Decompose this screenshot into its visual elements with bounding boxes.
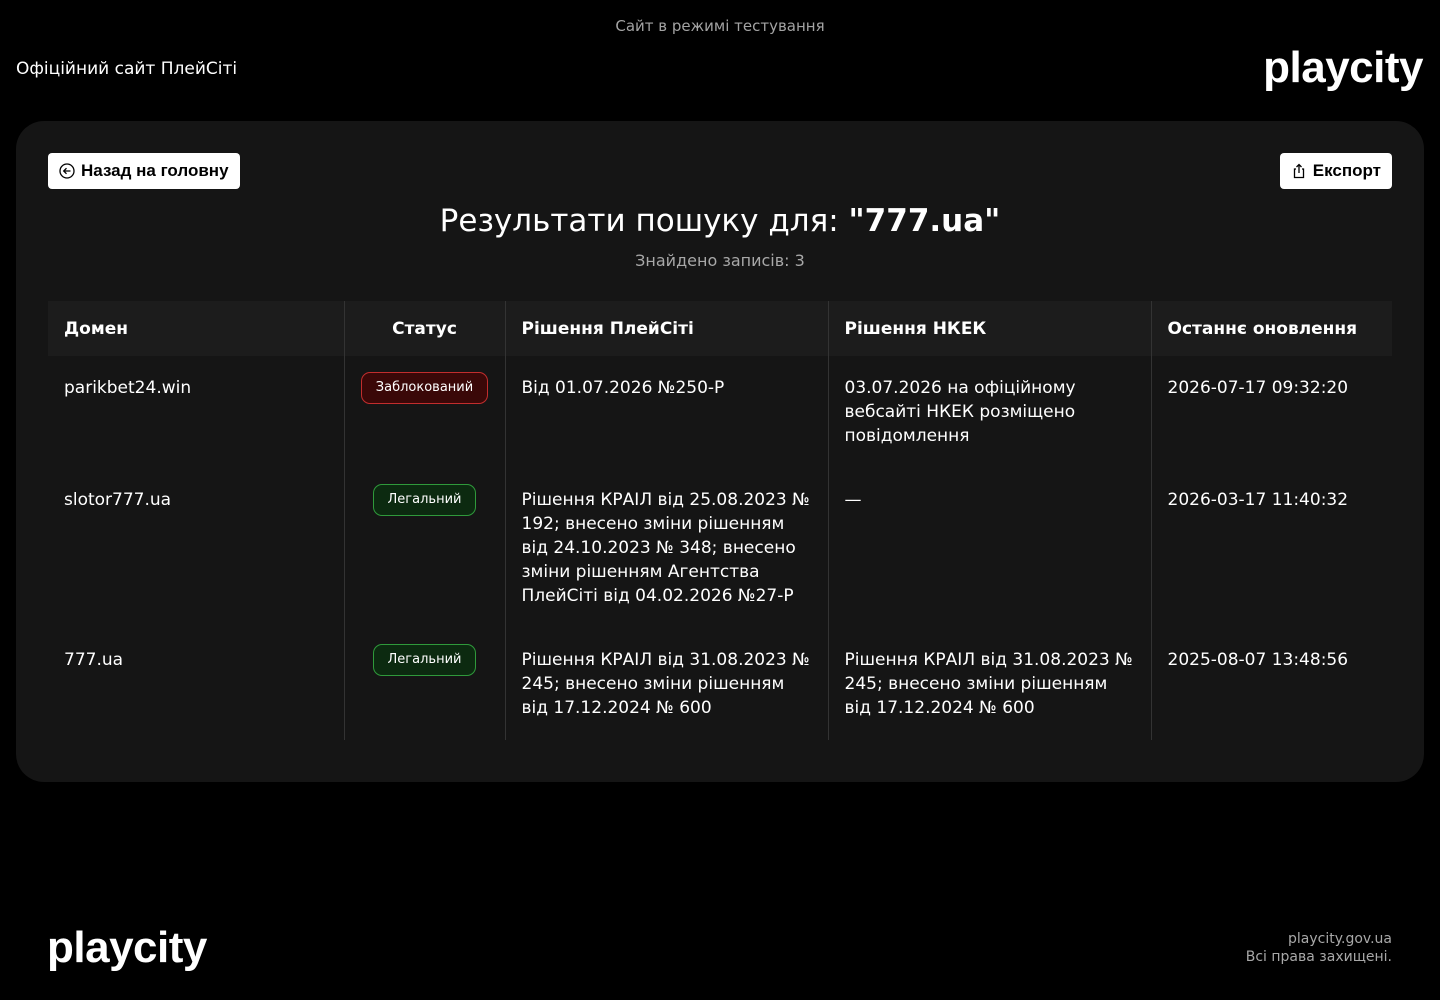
status-badge-legal: Легальний — [372, 644, 477, 676]
export-button[interactable]: Експорт — [1279, 153, 1392, 189]
results-count: Знайдено записів: 3 — [635, 251, 805, 270]
playcity-decision-cell: Рішення КРАІЛ від 25.08.2023 № 192; внес… — [504, 468, 828, 628]
header-logo[interactable]: playcity — [1263, 42, 1423, 94]
column-header-nkek-decision: Рішення НКЕК — [827, 301, 1151, 356]
page-title: Результати пошуку для: "777.ua" — [16, 203, 1424, 239]
column-header-domain: Домен — [48, 301, 344, 356]
search-results-card: Назад на головну Експорт Результати пошу… — [16, 121, 1424, 782]
table-row: 777.ua Легальний Рішення КРАІЛ від 31.08… — [48, 628, 1392, 740]
footer-info: playcity.gov.ua Всі права захищені. — [1246, 930, 1392, 966]
status-badge-legal: Легальний — [372, 484, 477, 516]
table-row: slotor777.ua Легальний Рішення КРАІЛ від… — [48, 468, 1392, 628]
playcity-decision-cell: Рішення КРАІЛ від 31.08.2023 № 245; внес… — [504, 628, 828, 740]
domain-cell: 777.ua — [64, 650, 124, 670]
footer-logo[interactable]: playcity — [47, 922, 207, 974]
status-cell: Заблокований — [343, 356, 505, 468]
column-header-status: Статус — [343, 301, 505, 356]
share-export-icon — [1293, 163, 1304, 179]
footer-domain[interactable]: playcity.gov.ua — [1246, 930, 1392, 948]
last-update-cell: 2026-07-17 09:32:20 — [1150, 356, 1392, 468]
nkek-decision-cell: — — [827, 468, 1151, 628]
site-title: Офіційний сайт ПлейСіті — [16, 59, 238, 79]
status-badge-blocked: Заблокований — [360, 372, 489, 404]
status-cell: Легальний — [343, 628, 505, 740]
column-header-playcity-decision: Рішення ПлейСіті — [504, 301, 828, 356]
last-update-cell: 2025-08-07 13:48:56 — [1150, 628, 1392, 740]
table-row: parikbet24.win Заблокований Від 01.07.20… — [48, 356, 1392, 468]
playcity-decision-cell: Від 01.07.2026 №250-Р — [504, 356, 828, 468]
table-header-row: Домен Статус Рішення ПлейСіті Рішення НК… — [48, 301, 1392, 356]
column-header-last-update: Останнє оновлення — [1150, 301, 1392, 356]
export-label: Експорт — [1312, 161, 1381, 180]
status-cell: Легальний — [343, 468, 505, 628]
results-table: Домен Статус Рішення ПлейСіті Рішення НК… — [48, 301, 1392, 740]
testing-banner: Сайт в режимі тестування — [615, 17, 825, 35]
footer-rights: Всі права захищені. — [1245, 949, 1392, 965]
arrow-left-circle-icon — [59, 163, 75, 179]
last-update-cell: 2026-03-17 11:40:32 — [1150, 468, 1392, 628]
domain-cell: parikbet24.win — [64, 378, 192, 398]
nkek-decision-cell: 03.07.2026 на офіційному вебсайті НКЕК р… — [827, 356, 1151, 468]
back-home-button[interactable]: Назад на головну — [48, 153, 240, 189]
nkek-decision-cell: Рішення КРАІЛ від 31.08.2023 № 245; внес… — [827, 628, 1151, 740]
back-home-label: Назад на головну — [81, 161, 229, 180]
domain-cell: slotor777.ua — [64, 490, 172, 510]
results-title-prefix: Результати пошуку для: — [439, 203, 849, 239]
search-query: "777.ua" — [848, 203, 1001, 239]
